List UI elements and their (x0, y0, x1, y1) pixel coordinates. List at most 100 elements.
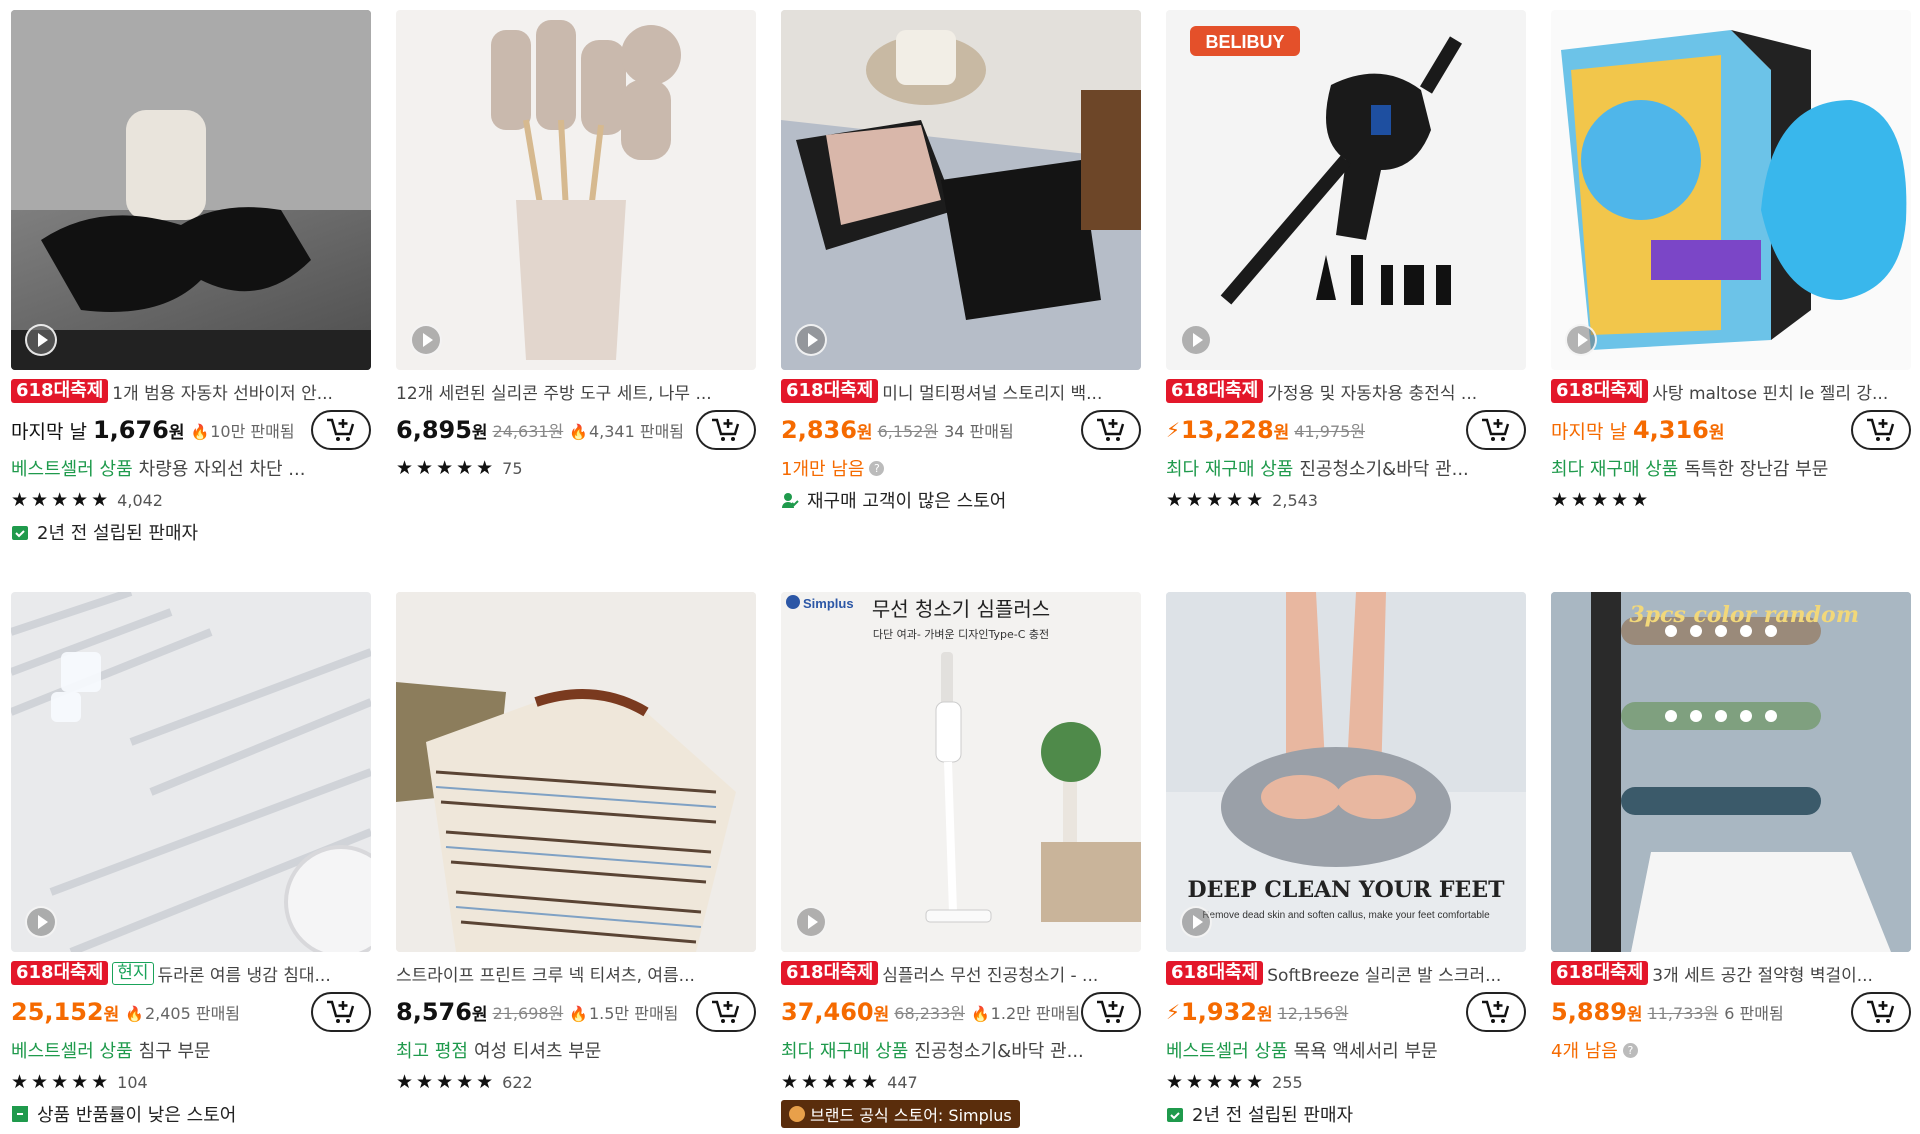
category-text: 목욕 액세서리 부문 (1293, 1041, 1438, 1062)
sold-count: 🔥4,341 판매됨 (569, 422, 685, 441)
info-icon[interactable]: ? (1622, 1042, 1638, 1058)
add-to-cart-button[interactable] (311, 992, 371, 1032)
product-image[interactable]: 3pcs color random (1551, 592, 1911, 952)
product-card[interactable]: BELIBUY 618대축제 가정용 및 자동차용 충전식 ... ⚡ 13,2… (1166, 10, 1526, 592)
category-text: 차량용 자외선 차단 ... (138, 459, 306, 480)
sold-count: 6 판매됨 (1724, 1004, 1784, 1023)
play-video-icon[interactable] (410, 324, 442, 356)
last-day-label: 마지막 날 (11, 420, 87, 443)
brand-store-row: 브랜드 공식 스토어: Simplus (781, 1100, 1141, 1128)
product-card[interactable]: Simplus 무선 청소기 심플러스 다단 여과- 가벼운 디자인Type-C… (781, 592, 1141, 1134)
add-to-cart-button[interactable] (1851, 410, 1911, 450)
play-video-icon[interactable] (1180, 906, 1212, 938)
category-text: 침구 부문 (138, 1041, 211, 1062)
official-brand-store-badge[interactable]: 브랜드 공식 스토어: Simplus (781, 1100, 1020, 1128)
sold-count: 🔥2,405 판매됨 (125, 1004, 241, 1023)
play-video-icon[interactable] (1565, 324, 1597, 356)
seller-info: 재구매 고객이 많은 스토어 (781, 486, 1141, 514)
cordless-vacuum-image: Simplus 무선 청소기 심플러스 다단 여과- 가벼운 디자인Type-C… (781, 592, 1141, 952)
product-image[interactable] (781, 10, 1141, 370)
image-subtitle: Remove dead skin and soften callus, make… (1202, 910, 1490, 921)
calendar-check-icon (1167, 1108, 1183, 1122)
product-image[interactable] (1551, 10, 1911, 370)
flame-icon: 🔥 (125, 1005, 144, 1023)
sold-count: 34 판매됨 (944, 422, 1014, 441)
product-card[interactable]: 618대축제 1개 범용 자동차 선바이저 안... 마지막 날 1,676원 … (11, 10, 371, 592)
add-to-cart-button[interactable] (311, 410, 371, 450)
review-count: 75 (502, 458, 523, 478)
play-video-icon[interactable] (795, 324, 827, 356)
original-price: 6,152원 (877, 422, 939, 441)
product-image[interactable] (11, 592, 371, 952)
product-image[interactable] (396, 592, 756, 952)
product-title[interactable]: 가정용 및 자동차용 충전식 ... (1267, 379, 1477, 404)
add-to-cart-button[interactable] (1466, 410, 1526, 450)
product-title[interactable]: 1개 범용 자동차 선바이저 안... (112, 379, 333, 404)
festival-badge: 618대축제 (1166, 961, 1264, 985)
product-card[interactable]: 3pcs color random 618대축제 3개 세트 공간 절약형 벽걸… (1551, 592, 1911, 1134)
review-count: 255 (1272, 1072, 1303, 1092)
cart-plus-icon (712, 418, 740, 441)
product-title[interactable]: 미니 멀티펑셔널 스토리지 백... (882, 379, 1102, 404)
festival-badge: 618대축제 (11, 961, 109, 985)
foot-scrubber-image: DEEP CLEAN YOUR FEET Remove dead skin an… (1166, 592, 1526, 952)
repeat-customer-icon (782, 493, 799, 508)
sunglasses-clip-image (11, 10, 371, 370)
product-card[interactable]: 618대축제 현지 듀라론 여름 냉감 침대... 25,152원 🔥2,405… (11, 592, 371, 1134)
product-title[interactable]: 사탕 maltose 핀치 le 젤리 강... (1652, 379, 1888, 404)
play-video-icon[interactable] (795, 906, 827, 938)
add-to-cart-button[interactable] (696, 992, 756, 1032)
product-title[interactable]: 스트라이프 프린트 크루 넥 티셔츠, 여름... (396, 961, 695, 986)
info-icon[interactable]: ? (869, 460, 885, 476)
bestseller-tag: 베스트셀러 상품 (11, 1041, 133, 1062)
product-price: 2,836원 (781, 416, 873, 444)
product-title[interactable]: 심플러스 무선 진공청소기 - ... (882, 961, 1098, 986)
rating: ★★★★★ 255 (1166, 1071, 1303, 1093)
product-title[interactable]: SoftBreeze 실리콘 발 스크러... (1267, 961, 1501, 986)
add-to-cart-button[interactable] (1081, 410, 1141, 450)
rating: ★★★★★ 75 (396, 457, 523, 479)
product-card[interactable]: DEEP CLEAN YOUR FEET Remove dead skin an… (1166, 592, 1526, 1134)
festival-badge: 618대축제 (781, 379, 879, 403)
original-price: 68,233원 (894, 1004, 965, 1023)
play-video-icon[interactable] (25, 906, 57, 938)
product-card[interactable]: 스트라이프 프린트 크루 넥 티셔츠, 여름... 8,576원 21,698원… (396, 592, 756, 1134)
category-text: 진공청소기&바닥 관... (1299, 459, 1469, 480)
product-image[interactable]: DEEP CLEAN YOUR FEET Remove dead skin an… (1166, 592, 1526, 952)
add-to-cart-button[interactable] (696, 410, 756, 450)
seller-info: 2년 전 설립된 판매자 (11, 518, 371, 546)
rating: ★★★★★ 447 (781, 1071, 918, 1093)
jelly-toy-image (1561, 30, 1907, 350)
play-video-icon[interactable] (25, 324, 57, 356)
original-price: 12,156원 (1277, 1004, 1349, 1023)
product-card[interactable]: 12개 세련된 실리콘 주방 도구 세트, 나무 ... 6,895원 24,6… (396, 10, 756, 592)
product-image[interactable]: BELIBUY (1166, 10, 1526, 370)
original-price: 24,631원 (492, 422, 564, 441)
add-to-cart-button[interactable] (1851, 992, 1911, 1032)
striped-tshirt-image (396, 592, 756, 952)
product-price: 1,932원 (1181, 998, 1273, 1026)
rating: ★★★★★ 4,042 (11, 489, 163, 511)
add-to-cart-button[interactable] (1466, 992, 1526, 1032)
product-price: 5,889원 (1551, 998, 1643, 1026)
product-title[interactable]: 3개 세트 공간 절약형 벽걸이... (1652, 961, 1873, 986)
product-title[interactable]: 12개 세련된 실리콘 주방 도구 세트, 나무 ... (396, 379, 712, 404)
product-price: 37,460원 (781, 998, 890, 1026)
cart-plus-icon (327, 1000, 355, 1023)
review-count: 104 (117, 1072, 148, 1092)
rating: ★★★★★ 2,543 (1166, 489, 1318, 511)
product-card[interactable]: 618대축제 미니 멀티펑셔널 스토리지 백... 2,836원 6,152원 … (781, 10, 1141, 592)
flame-icon: 🔥 (190, 423, 210, 441)
play-video-icon[interactable] (1180, 324, 1212, 356)
cart-plus-icon (327, 418, 355, 441)
review-count: 2,543 (1272, 490, 1318, 510)
image-headline: 무선 청소기 심플러스 (872, 597, 1050, 621)
product-title[interactable]: 듀라론 여름 냉감 침대... (158, 961, 331, 986)
brand-logo-text: BELIBUY (1205, 32, 1284, 52)
product-card[interactable]: 618대축제 사탕 maltose 핀치 le 젤리 강... 마지막 날 4,… (1551, 10, 1911, 592)
product-image[interactable]: Simplus 무선 청소기 심플러스 다단 여과- 가벼운 디자인Type-C… (781, 592, 1141, 952)
add-to-cart-button[interactable] (1081, 992, 1141, 1032)
product-image[interactable] (11, 10, 371, 370)
product-image[interactable] (396, 10, 756, 370)
cart-plus-icon (1867, 1000, 1895, 1023)
